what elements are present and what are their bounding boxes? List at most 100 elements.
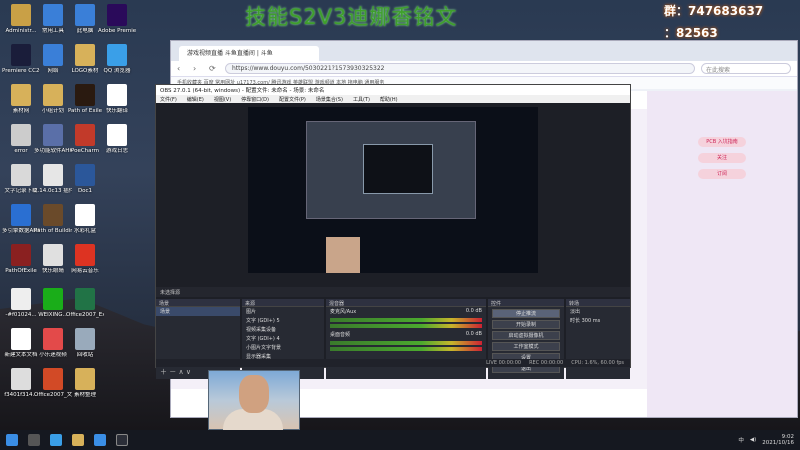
menu-help[interactable]: 帮助(H) <box>380 96 398 103</box>
start-icon[interactable] <box>6 434 18 446</box>
stop-stream-button[interactable]: 停止推流 <box>492 309 560 318</box>
cpu-status: CPU: 1.6%, 60.00 fps <box>571 360 624 366</box>
refresh-icon[interactable]: ⟳ <box>209 64 219 74</box>
input-language[interactable]: 中 <box>738 436 744 444</box>
guide-button[interactable]: PCB 入坑指南 <box>698 137 746 147</box>
address-bar[interactable]: https://www.douyu.com/5030221?1573930325… <box>225 63 695 74</box>
search-input[interactable]: 在此搜索 <box>701 63 791 74</box>
source-item[interactable]: 文字 (GDI+) 4 <box>242 334 324 343</box>
volume-slider[interactable] <box>330 347 482 351</box>
app-icon <box>43 4 63 26</box>
menu-edit[interactable]: 编辑(E) <box>187 96 204 103</box>
source-item[interactable]: 文字 (GDI+) 5 <box>242 316 324 325</box>
app-icon <box>75 328 95 350</box>
forward-icon[interactable]: › <box>193 64 203 74</box>
down-icon[interactable]: ∨ <box>186 368 191 376</box>
desktop-icon-label: Office2007_Excel <box>66 312 104 318</box>
mixer-channel-db: 0.0 dB <box>465 331 482 337</box>
qq-taskbar-icon[interactable] <box>94 434 106 446</box>
source-item[interactable]: 视频采集设备 <box>242 325 324 334</box>
desktop-icon-label: 网易云音乐 <box>71 268 99 274</box>
browser-tab[interactable]: 游戏视频直播 斗鱼直播间 | 斗鱼 <box>179 46 319 61</box>
app-icon <box>75 244 95 266</box>
mixer-channel-name: 麦克风/Aux <box>330 309 357 315</box>
desktop-icon-label: 回收站 <box>76 352 94 358</box>
app-icon <box>43 44 63 66</box>
qq-group-label: 群：747683637 <box>664 4 764 18</box>
desktop-icon-label: 快乐翻译 <box>105 108 128 114</box>
preview-webcam <box>326 237 360 273</box>
page-sidebar: PCB 入坑指南 关注 订阅 <box>647 91 797 417</box>
desktop-icon[interactable]: 素材整理 <box>66 368 104 399</box>
desktop-icon-label: Doc1 <box>77 188 93 194</box>
remove-icon[interactable]: － <box>169 368 176 376</box>
app-icon <box>43 328 63 350</box>
subscribe-button[interactable]: 订阅 <box>698 169 746 179</box>
scene-item[interactable]: 场景 <box>156 307 240 316</box>
menu-file[interactable]: 文件(F) <box>160 96 177 103</box>
up-icon[interactable]: ∧ <box>178 368 183 376</box>
app-icon <box>11 244 31 266</box>
browser-taskbar-icon[interactable] <box>50 434 62 446</box>
search-icon[interactable] <box>28 434 40 446</box>
app-icon <box>11 4 31 26</box>
clock-date: 2021/10/16 <box>762 440 794 446</box>
preview-canvas[interactable] <box>248 107 538 273</box>
clock[interactable]: 9:02 2021/10/16 <box>762 434 794 446</box>
obs-taskbar-icon[interactable] <box>116 434 128 446</box>
transition-duration: 时长 300 ms <box>566 316 630 325</box>
no-source-label: 未选择源 <box>156 287 630 297</box>
desktop-icon-label: Adobe Premie... <box>98 28 136 34</box>
menu-scene-collection[interactable]: 场景集合(S) <box>316 96 343 103</box>
transition-type-select[interactable]: 淡出 <box>566 307 630 316</box>
mixer-dock: 混音器 麦克风/Aux 0.0 dB 桌面音频 0.0 dB <box>326 299 486 379</box>
app-icon <box>11 84 31 106</box>
desktop-icon[interactable]: QQ 浏览器 <box>98 44 136 75</box>
desktop-icon[interactable]: 网易云音乐 <box>66 244 104 275</box>
app-icon <box>43 368 63 390</box>
volume-icon[interactable]: ◀) <box>750 437 756 443</box>
studio-mode-button[interactable]: 工作室模式 <box>492 342 560 351</box>
app-icon <box>43 164 63 186</box>
system-tray: 中 ◀) 9:02 2021/10/16 <box>738 434 794 446</box>
transitions-dock-title: 转场 <box>566 299 630 307</box>
menu-docks[interactable]: 停靠窗口(D) <box>241 96 269 103</box>
desktop-icon[interactable]: 快乐翻译 <box>98 84 136 115</box>
desktop-icon[interactable]: 回收站 <box>66 328 104 359</box>
desktop-icon[interactable]: 游戏日志 <box>98 124 136 155</box>
virtual-camera-button[interactable]: 启动虚拟摄像机 <box>492 331 560 340</box>
mixer-channel-db: 0.0 dB <box>465 308 482 314</box>
start-record-button[interactable]: 开始录制 <box>492 320 560 329</box>
scenes-dock: 场景 场景 ＋ － ∧ ∨ <box>156 299 240 379</box>
follow-button[interactable]: 关注 <box>698 153 746 163</box>
duration-input[interactable]: 300 ms <box>582 318 601 324</box>
obs-docks: 场景 场景 ＋ － ∧ ∨ 来源 图片 文字 (GDI+) 5 视频采集设备 文… <box>156 299 630 379</box>
source-item[interactable]: 小图片文字背景 <box>242 343 324 352</box>
app-icon <box>11 368 31 390</box>
app-icon <box>75 4 95 26</box>
source-item[interactable]: 图片 <box>242 307 324 316</box>
volume-slider[interactable] <box>330 324 482 328</box>
app-icon <box>43 244 63 266</box>
scenes-dock-title: 场景 <box>156 299 240 307</box>
back-icon[interactable]: ‹ <box>177 64 187 74</box>
obs-titlebar: OBS 27.0.1 (64-bit, windows) - 配置文件: 未命名… <box>156 85 630 95</box>
desktop-icon[interactable]: Adobe Premie... <box>98 4 136 35</box>
menu-tools[interactable]: 工具(T) <box>353 96 370 103</box>
app-icon <box>75 124 95 146</box>
desktop-icon-label: 水彩礼盒 <box>73 228 96 234</box>
app-icon <box>11 288 31 310</box>
app-icon <box>107 84 127 106</box>
folder-taskbar-icon[interactable] <box>72 434 84 446</box>
browser-toolbar: ‹ › ⟳ https://www.douyu.com/5030221?1573… <box>171 61 797 77</box>
desktop-icon[interactable]: 水彩礼盒 <box>66 204 104 235</box>
menu-profile[interactable]: 配置文件(P) <box>279 96 306 103</box>
browser-tabbar: 游戏视频直播 斗鱼直播间 | 斗鱼 <box>171 41 797 61</box>
menu-view[interactable]: 视图(V) <box>214 96 231 103</box>
webcam-overlay <box>208 370 300 431</box>
desktop-icon[interactable]: Doc1 <box>66 164 104 195</box>
desktop-icon[interactable]: Office2007_Excel <box>66 288 104 319</box>
mixer-dock-title: 混音器 <box>326 299 486 307</box>
sources-dock: 来源 图片 文字 (GDI+) 5 视频采集设备 文字 (GDI+) 4 小图片… <box>242 299 324 379</box>
add-icon[interactable]: ＋ <box>160 368 167 376</box>
